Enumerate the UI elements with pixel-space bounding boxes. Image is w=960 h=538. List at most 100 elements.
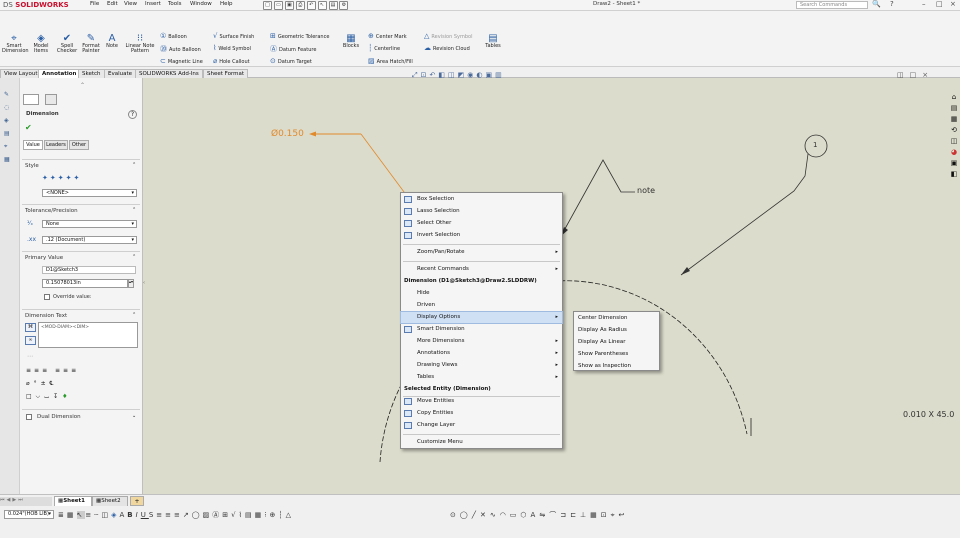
menu-item-change-layer[interactable]: Change Layer	[401, 420, 562, 431]
dimtext-collapse-icon[interactable]: ⌃	[132, 312, 136, 318]
sheet-tab-sheet2[interactable]: ▦Sheet2	[92, 496, 128, 506]
save-icon[interactable]: ▣	[284, 1, 294, 10]
menu-help[interactable]: Help	[220, 1, 233, 7]
value-spinner-icon[interactable]: ▴▾	[128, 279, 134, 288]
tab-sketch[interactable]: Sketch	[78, 69, 105, 78]
auto-balloon-button[interactable]: ⑳ Auto Balloon	[160, 44, 201, 54]
dimtext-link-icon[interactable]: ∞	[25, 336, 36, 345]
point-icon[interactable]: ⊙	[450, 511, 460, 519]
justify-right-icon[interactable]: ≡	[71, 367, 79, 374]
override-value-checkbox[interactable]	[44, 294, 50, 300]
leader-icon[interactable]: ↗	[183, 511, 192, 519]
menu-edit[interactable]: Edit	[107, 1, 118, 7]
menu-item-more-dimensions[interactable]: More Dimensions ▸	[401, 336, 562, 347]
file-explorer-icon[interactable]: ▦	[948, 114, 960, 125]
menu-item-invert-selection[interactable]: Invert Selection	[401, 230, 562, 241]
convert-icon[interactable]: ⊏	[570, 511, 580, 519]
custom-properties-icon[interactable]: ▣	[948, 158, 960, 169]
strip-block-icon[interactable]: ▦	[4, 153, 10, 166]
line-icon[interactable]: ╱	[472, 511, 480, 519]
format-painter-button[interactable]: ✎ Format Painter	[79, 33, 103, 54]
note-button[interactable]: A Note	[103, 33, 121, 49]
help-circle-icon[interactable]: ?	[128, 110, 137, 119]
style-collapse-icon[interactable]: ⌃	[132, 162, 136, 168]
strip-text-icon[interactable]: ▤	[4, 127, 10, 140]
new-icon[interactable]: □	[263, 1, 272, 10]
menu-item-drawing-views[interactable]: Drawing Views ▸	[401, 360, 562, 371]
finish-bottom-icon[interactable]: √	[231, 511, 238, 519]
blocks-button[interactable]: ▦ Blocks	[340, 33, 362, 49]
offset-icon[interactable]: ⊐	[560, 511, 570, 519]
primary-value-field[interactable]: 0.15078013in	[42, 279, 128, 288]
tab-view-layout[interactable]: View Layout	[0, 69, 42, 78]
revision-cloud-button[interactable]: ☁ Revision Cloud	[424, 44, 470, 52]
align-left-bottom-icon[interactable]: ≡	[156, 511, 165, 519]
line-thickness-icon[interactable]: ≡	[85, 511, 94, 519]
select-icon[interactable]: ↖	[317, 1, 327, 10]
relations-icon[interactable]: ⊥	[580, 511, 590, 519]
tolerance-collapse-icon[interactable]: ⌃	[132, 207, 136, 213]
mirror-icon[interactable]: ⇋	[539, 511, 549, 519]
submenu-item-display-as-linear[interactable]: Display As Linear	[574, 336, 659, 348]
menu-item-copy-entities[interactable]: Copy Entities	[401, 408, 562, 419]
dual-dimension-checkbox[interactable]	[26, 414, 32, 420]
collapse-arrow-icon[interactable]: ⌃	[80, 82, 85, 89]
primary-name-field[interactable]: D1@Sketch3	[42, 266, 136, 274]
center-mark-button[interactable]: ⊕ Center Mark	[368, 32, 407, 40]
menu-item-display-options[interactable]: Display Options ▸	[400, 311, 563, 324]
resources-icon[interactable]: ⌂	[948, 92, 960, 103]
datum-bottom-icon[interactable]: Ⓐ	[212, 511, 222, 519]
strip-note-icon[interactable]: ✎	[4, 88, 10, 101]
tab-annotation[interactable]: Annotation	[38, 69, 81, 78]
tab-addins[interactable]: SOLIDWORKS Add-Ins	[135, 69, 203, 78]
hatch-bottom-icon[interactable]: ▨	[203, 511, 213, 519]
magnetic-line-button[interactable]: ⊂ Magnetic Line	[160, 57, 203, 65]
panel-resize-handle[interactable]: ‹	[143, 280, 148, 292]
geometric-tolerance-button[interactable]: ⊞ Geometric Tolerance	[270, 32, 329, 40]
add-sheet-icon[interactable]: +	[130, 496, 144, 506]
chamfer-callout-text[interactable]: 0.010 X 45.0	[903, 410, 954, 419]
menu-insert[interactable]: Insert	[145, 1, 161, 7]
plus-minus-symbol-icon[interactable]: ±	[41, 380, 50, 387]
last-sheet-icon[interactable]: ⏭	[18, 497, 25, 503]
weld-symbol-button[interactable]: ⌇ Weld Symbol	[213, 44, 251, 52]
menu-item-annotations[interactable]: Annotations ▸	[401, 348, 562, 359]
menu-window[interactable]: Window	[190, 1, 212, 7]
menu-item-customize-menu[interactable]: Customize Menu	[401, 437, 562, 448]
align-right-icon[interactable]: ≡	[42, 367, 50, 374]
spline-icon[interactable]: ∿	[490, 511, 500, 519]
note-text[interactable]: note	[637, 186, 655, 195]
degree-symbol-icon[interactable]: °	[34, 380, 41, 387]
design-library-icon[interactable]: ▤	[948, 103, 960, 114]
submenu-item-show-as-inspection[interactable]: Show as Inspection	[574, 360, 659, 372]
tables-button[interactable]: ▤ Tables	[482, 33, 504, 49]
dimension-text-box[interactable]: <MOD-DIAM><DIM>	[38, 322, 138, 348]
menu-item-lasso-selection[interactable]: Lasso Selection	[401, 206, 562, 217]
arc-icon[interactable]: ◠	[500, 511, 510, 519]
primary-collapse-icon[interactable]: ⌃	[132, 254, 136, 260]
more-symbols-icon[interactable]: ♦	[62, 393, 71, 400]
options-icon[interactable]: ⚙	[339, 1, 349, 10]
tab-value[interactable]: Value	[23, 140, 43, 150]
menu-item-tables[interactable]: Tables ▸	[401, 372, 562, 383]
tab-leaders[interactable]: Leaders	[44, 140, 68, 150]
sheet-tab-sheet1[interactable]: ▦Sheet1	[54, 496, 92, 506]
smart-dimension-button[interactable]: ⌖ Smart Dimension	[2, 33, 29, 54]
ok-check-icon[interactable]: ✔	[25, 123, 32, 132]
load-style-icon[interactable]: ✦	[74, 174, 82, 182]
apply-style-icon[interactable]: ✦	[42, 174, 50, 182]
align-right-bottom-icon[interactable]: ≡	[174, 511, 183, 519]
countersink-symbol-icon[interactable]: ⌵	[36, 393, 45, 400]
revision-bottom-icon[interactable]: △	[286, 511, 294, 519]
centerline-symbol-icon[interactable]: ℄	[50, 380, 58, 387]
precision-combo[interactable]: .12 (Document)	[42, 236, 137, 244]
balloon-bottom-icon[interactable]: ◯	[192, 511, 203, 519]
balloon-number[interactable]: 1	[813, 141, 817, 149]
restore-icon[interactable]: □	[936, 0, 943, 8]
rectangle-icon[interactable]: ▭	[510, 511, 521, 519]
close-icon[interactable]: ×	[950, 0, 956, 8]
help-icon[interactable]: ?	[890, 0, 894, 8]
property-manager-tab-icon[interactable]	[45, 94, 57, 105]
spell-checker-button[interactable]: ✔ Spell Checker	[55, 33, 79, 54]
minimize-icon[interactable]: –	[922, 0, 926, 8]
